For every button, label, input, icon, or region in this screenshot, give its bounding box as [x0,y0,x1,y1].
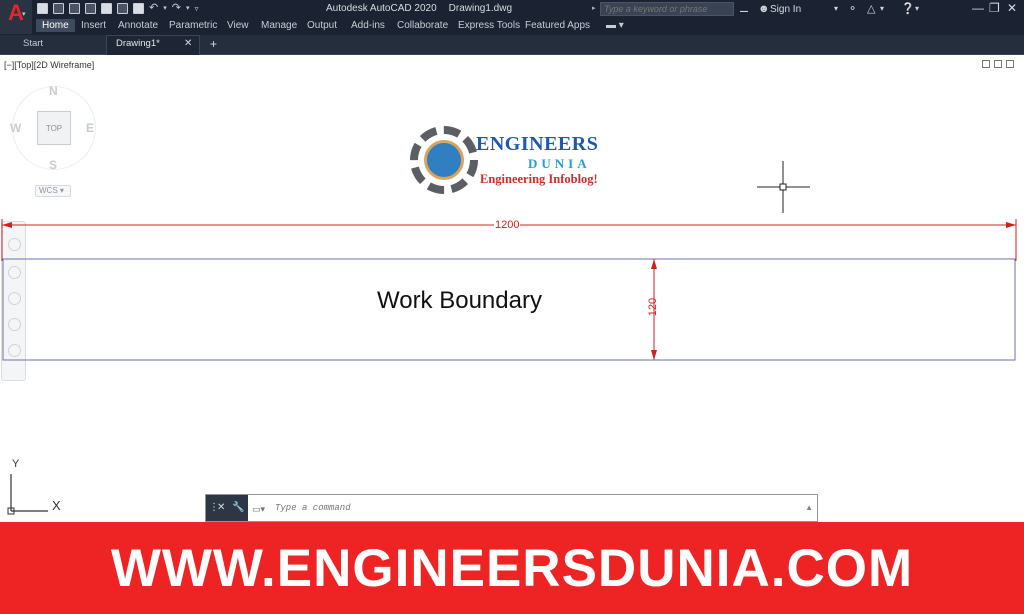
tab-collaborate[interactable]: Collaborate [397,20,448,31]
tab-add-ins[interactable]: Add-ins [351,20,385,31]
tab-annotate[interactable]: Annotate [118,20,158,31]
dimension-text-120[interactable]: 120 [647,292,659,322]
command-line: ⋮ ✕ 🔧 ▭▾ ▲ [205,494,818,522]
app-menu-dropdown-icon: ▾ [22,11,26,18]
command-line-grip[interactable]: ⋮ ✕ 🔧 [206,495,248,521]
tab-home[interactable]: Home [36,19,75,32]
tab-manage[interactable]: Manage [261,20,297,31]
work-boundary-text[interactable]: Work Boundary [377,287,542,315]
command-input[interactable] [251,495,799,521]
web-mobile-icon[interactable] [101,3,112,14]
file-tab-bar: Start Drawing1* ✕ + [0,35,1024,55]
arrowhead-right [1006,222,1016,228]
ucs-x-label: X [52,498,61,513]
application-menu-button[interactable]: A ▾ [0,0,32,34]
arrowhead-bottom [651,350,657,360]
cart-icon[interactable]: ⚬ [848,3,857,15]
open-icon[interactable] [53,3,64,14]
tab-view[interactable]: View [227,20,249,31]
drawing-canvas[interactable]: [−][Top][2D Wireframe] N S E W TOP WCS ▾ [0,56,1024,522]
arrowhead-top [651,259,657,269]
sign-in-button[interactable]: Sign In [770,4,801,15]
title-bar: ↶ ▾ ↷ ▾ ▿ Autodesk AutoCAD 2020 Drawing1.… [0,0,1024,18]
search-expand-icon[interactable]: ▸ [592,4,596,12]
tab-insert[interactable]: Insert [81,20,106,31]
tab-parametric[interactable]: Parametric [169,20,217,31]
search-input[interactable] [600,2,734,16]
plot-icon[interactable] [133,3,144,14]
ribbon-tab-bar: Home Insert Annotate Parametric View Man… [0,18,1024,35]
tab-output[interactable]: Output [307,20,337,31]
app-title: Autodesk AutoCAD 2020 [326,3,437,14]
undo-icon[interactable]: ↶ [149,3,158,14]
open-web-icon[interactable] [117,3,128,14]
tab-start[interactable]: Start [23,38,43,49]
user-icon[interactable]: ☻ [758,3,770,15]
logo-tagline: Engineering Infoblog! [480,172,598,186]
customize-qat-icon[interactable]: ▿ [194,3,198,14]
help-dropdown-icon[interactable]: ▾ [915,3,919,15]
sign-in-dropdown-icon[interactable]: ▾ [834,3,838,15]
dimension-text-1200[interactable]: 1200 [494,219,521,231]
undo-dropdown-icon[interactable]: ▾ [163,3,167,14]
logo-title: ENGINEERS [476,133,599,155]
customize-wrench-icon[interactable]: 🔧 [232,502,244,513]
banner-text: WWW.ENGINEERSDUNIA.COM [110,538,914,598]
engineer-mascot-icon [424,140,464,180]
close-tab-icon[interactable]: ✕ [184,38,192,49]
ribbon-display-icon[interactable]: ▬ ▾ [606,20,624,31]
website-banner: WWW.ENGINEERSDUNIA.COM [0,522,1024,614]
new-tab-icon[interactable]: + [210,37,217,51]
quick-access-toolbar: ↶ ▾ ↷ ▾ ▿ [37,3,198,14]
save-as-icon[interactable] [85,3,96,14]
tab-drawing1[interactable]: Drawing1* [116,38,160,49]
a360-dropdown-icon[interactable]: ▾ [880,3,884,15]
save-icon[interactable] [69,3,80,14]
tab-express-tools[interactable]: Express Tools [458,20,520,31]
window-title: Autodesk AutoCAD 2020 Drawing1.dwg [326,3,524,14]
restore-button[interactable]: ❐ [989,2,1000,14]
ucs-y-label: Y [12,458,20,470]
tab-featured-apps[interactable]: Featured Apps [525,20,590,31]
crosshair-pickbox [779,183,787,191]
a360-icon[interactable]: △ [867,3,875,15]
close-command-line-icon[interactable]: ✕ [217,502,225,513]
arrowhead-left [2,222,12,228]
engineers-dunia-logo: ENGINEERS DUNIA Engineering Infoblog! [410,126,620,200]
redo-icon[interactable]: ↷ [172,3,181,14]
help-icon[interactable]: ❔ [901,3,915,15]
close-button[interactable]: ✕ [1007,2,1017,14]
binoculars-icon[interactable]: ⚊ [739,3,749,15]
file-name: Drawing1.dwg [448,3,513,14]
new-icon[interactable] [37,3,48,14]
minimize-button[interactable]: — [972,2,984,14]
command-history-expand-icon[interactable]: ▲ [805,503,813,512]
redo-dropdown-icon[interactable]: ▾ [186,3,190,14]
logo-subtitle: DUNIA [528,156,591,171]
